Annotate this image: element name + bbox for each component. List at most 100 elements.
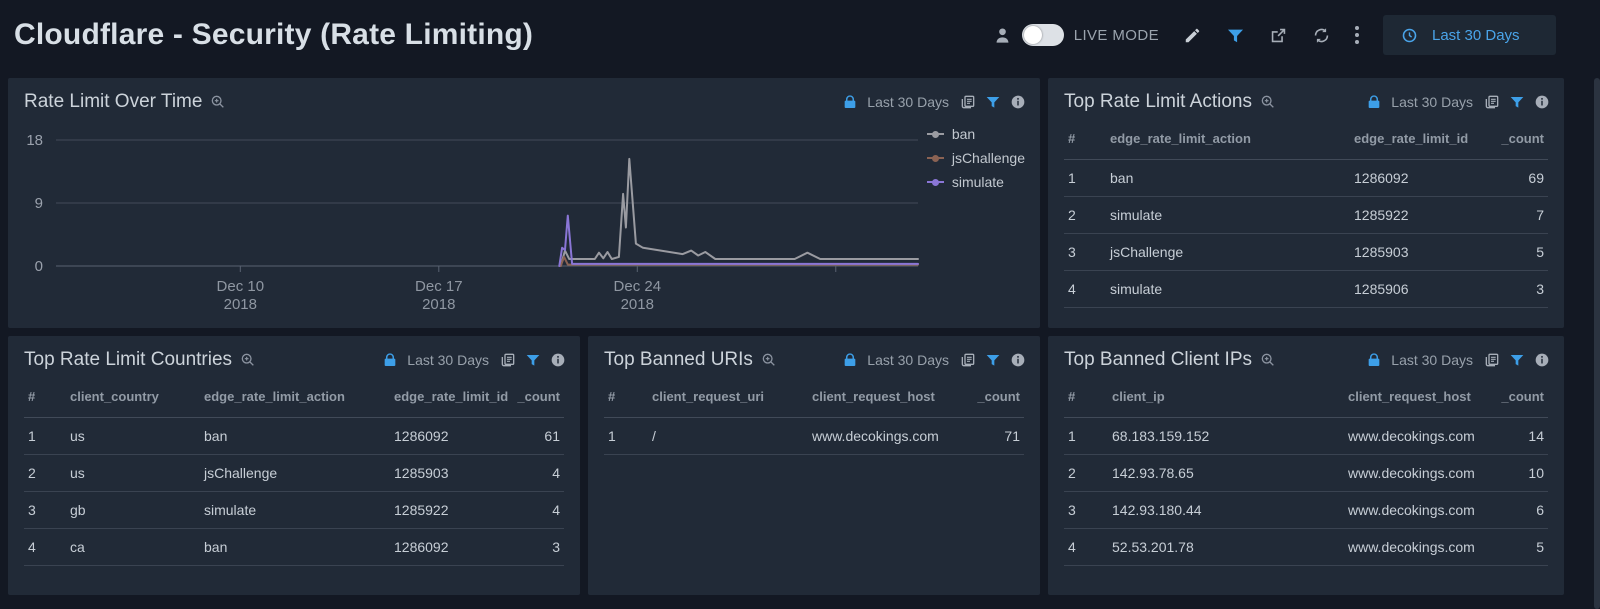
table-row[interactable]: 1ban128609269 bbox=[1064, 160, 1548, 197]
table-cell: simulate bbox=[1106, 197, 1350, 234]
info-icon[interactable] bbox=[1534, 352, 1550, 368]
filter-panel-icon[interactable] bbox=[985, 352, 1001, 368]
column-header[interactable]: client_request_host bbox=[1344, 379, 1476, 418]
table-cell: 10 bbox=[1476, 455, 1548, 492]
table-cell: 3 bbox=[1470, 271, 1548, 308]
column-header[interactable]: _count bbox=[1470, 121, 1548, 160]
legend-item-simulate[interactable]: simulate bbox=[927, 170, 1025, 194]
panel-time-range: Last 30 Days bbox=[867, 94, 949, 110]
lock-icon bbox=[382, 352, 398, 368]
time-range-label: Last 30 Days bbox=[1432, 27, 1520, 44]
table-cell: ban bbox=[200, 529, 390, 566]
table-cell: 52.53.201.78 bbox=[1108, 529, 1344, 566]
table-cell: 61 bbox=[496, 418, 564, 455]
lock-icon bbox=[1366, 94, 1382, 110]
table-cell: ca bbox=[66, 529, 200, 566]
header-controls: LIVE MODE Last 30 Days bbox=[993, 15, 1600, 55]
table-cell: 5 bbox=[1470, 234, 1548, 271]
live-mode-toggle[interactable] bbox=[1022, 24, 1064, 46]
info-icon[interactable] bbox=[1010, 352, 1026, 368]
table-row[interactable]: 1/www.decokings.com71 bbox=[604, 418, 1024, 455]
filter-panel-icon[interactable] bbox=[1509, 94, 1525, 110]
table-row[interactable]: 3gbsimulate12859224 bbox=[24, 492, 564, 529]
more-options-button[interactable] bbox=[1355, 26, 1359, 44]
panel-rate-limit-over-time: 0918Dec 102018Dec 172018Dec 242018 Rate … bbox=[8, 78, 1040, 328]
column-header[interactable]: # bbox=[604, 379, 648, 418]
table-cell: / bbox=[648, 418, 808, 455]
filter-panel-icon[interactable] bbox=[1509, 352, 1525, 368]
column-header[interactable]: edge_rate_limit_id bbox=[390, 379, 496, 418]
refresh-button[interactable] bbox=[1312, 26, 1331, 45]
copy-panel-icon[interactable] bbox=[500, 352, 516, 368]
table-cell: 1 bbox=[24, 418, 66, 455]
table-cell: 1286092 bbox=[390, 529, 496, 566]
column-header[interactable]: client_request_uri bbox=[648, 379, 808, 418]
column-header[interactable]: edge_rate_limit_action bbox=[200, 379, 390, 418]
table-cell: 142.93.180.44 bbox=[1108, 492, 1344, 529]
filter-panel-icon[interactable] bbox=[525, 352, 541, 368]
column-header[interactable]: _count bbox=[942, 379, 1024, 418]
time-range-button[interactable]: Last 30 Days bbox=[1383, 15, 1556, 55]
scrollbar[interactable] bbox=[1594, 78, 1600, 609]
y-axis-tick-label: 9 bbox=[35, 195, 43, 212]
legend-item-ban[interactable]: ban bbox=[927, 122, 1025, 146]
table-cell: www.decokings.com bbox=[1344, 455, 1476, 492]
column-header[interactable]: edge_rate_limit_id bbox=[1350, 121, 1470, 160]
table-row[interactable]: 3jsChallenge12859035 bbox=[1064, 234, 1548, 271]
table-row[interactable]: 4simulate12859063 bbox=[1064, 271, 1548, 308]
share-button[interactable] bbox=[1269, 26, 1288, 45]
column-header[interactable]: # bbox=[24, 379, 66, 418]
table-row[interactable]: 168.183.159.152www.decokings.com14 bbox=[1064, 418, 1548, 455]
copy-panel-icon[interactable] bbox=[1484, 94, 1500, 110]
panel-title: Top Rate Limit Countries bbox=[24, 349, 232, 371]
panel-controls: Last 30 Days bbox=[1366, 352, 1550, 368]
countries-table: #client_countryedge_rate_limit_actionedg… bbox=[24, 379, 564, 566]
edit-button[interactable] bbox=[1183, 26, 1202, 45]
filter-panel-icon[interactable] bbox=[985, 94, 1001, 110]
info-icon[interactable] bbox=[550, 352, 566, 368]
copy-panel-icon[interactable] bbox=[1484, 352, 1500, 368]
info-icon[interactable] bbox=[1010, 94, 1026, 110]
legend-item-jsChallenge[interactable]: jsChallenge bbox=[927, 146, 1025, 170]
zoom-panel-icon[interactable] bbox=[240, 352, 256, 368]
table-row[interactable]: 452.53.201.78www.decokings.com5 bbox=[1064, 529, 1548, 566]
table-row[interactable]: 4caban12860923 bbox=[24, 529, 564, 566]
zoom-panel-icon[interactable] bbox=[1260, 352, 1276, 368]
column-header[interactable]: # bbox=[1064, 379, 1108, 418]
column-header[interactable]: client_request_host bbox=[808, 379, 942, 418]
column-header[interactable]: client_country bbox=[66, 379, 200, 418]
lock-icon bbox=[842, 94, 858, 110]
page-title: Cloudflare - Security (Rate Limiting) bbox=[14, 18, 533, 52]
copy-panel-icon[interactable] bbox=[960, 94, 976, 110]
filter-button[interactable] bbox=[1226, 26, 1245, 45]
table-cell: 7 bbox=[1470, 197, 1548, 234]
column-header[interactable]: edge_rate_limit_action bbox=[1106, 121, 1350, 160]
info-icon[interactable] bbox=[1534, 94, 1550, 110]
refresh-icon bbox=[1312, 26, 1331, 45]
zoom-panel-icon[interactable] bbox=[1260, 94, 1276, 110]
legend-label: jsChallenge bbox=[952, 150, 1025, 166]
column-header[interactable]: _count bbox=[1476, 379, 1548, 418]
table-cell: 6 bbox=[1476, 492, 1548, 529]
user-icon bbox=[993, 26, 1012, 45]
table-row[interactable]: 2usjsChallenge12859034 bbox=[24, 455, 564, 492]
panel-title: Top Banned Client IPs bbox=[1064, 349, 1252, 371]
column-header[interactable]: # bbox=[1064, 121, 1106, 160]
table-cell: 3 bbox=[1064, 492, 1108, 529]
table-cell: 1286092 bbox=[1350, 160, 1470, 197]
table-row[interactable]: 1usban128609261 bbox=[24, 418, 564, 455]
table-cell: jsChallenge bbox=[200, 455, 390, 492]
table-cell: 1 bbox=[1064, 160, 1106, 197]
zoom-panel-icon[interactable] bbox=[761, 352, 777, 368]
column-header[interactable]: client_ip bbox=[1108, 379, 1344, 418]
zoom-panel-icon[interactable] bbox=[210, 94, 226, 110]
table-row[interactable]: 2simulate12859227 bbox=[1064, 197, 1548, 234]
copy-panel-icon[interactable] bbox=[960, 352, 976, 368]
table-row[interactable]: 3142.93.180.44www.decokings.com6 bbox=[1064, 492, 1548, 529]
panel-title: Rate Limit Over Time bbox=[24, 91, 202, 113]
panel-time-range: Last 30 Days bbox=[867, 352, 949, 368]
table-row[interactable]: 2142.93.78.65www.decokings.com10 bbox=[1064, 455, 1548, 492]
panel-title-wrap: Rate Limit Over Time bbox=[24, 91, 226, 113]
table-cell: 1 bbox=[604, 418, 648, 455]
table-header-row: #client_ipclient_request_host_count bbox=[1064, 379, 1548, 418]
